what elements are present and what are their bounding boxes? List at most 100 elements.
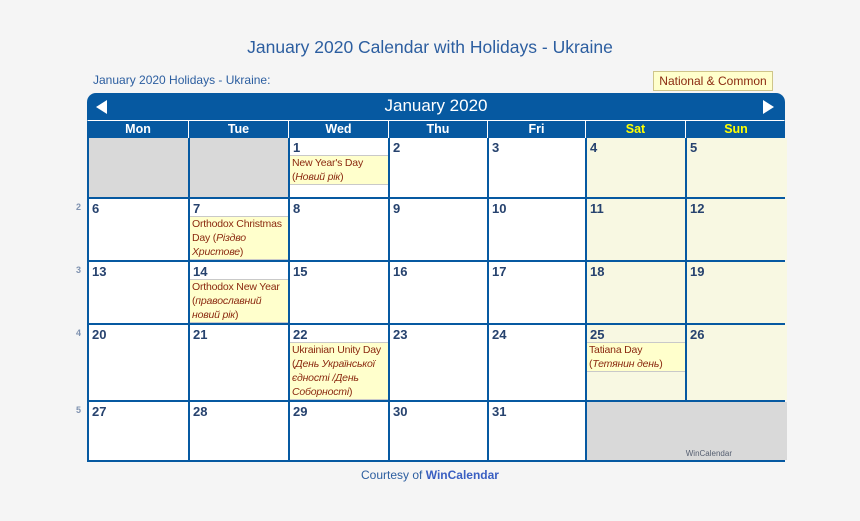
dow-tue: Tue [189,121,289,138]
month-title: January 2020 [384,96,488,115]
day-number: 29 [293,404,308,419]
day-number: 17 [492,264,507,279]
day-cell[interactable]: 6 [89,199,190,260]
holidays-subtitle: January 2020 Holidays - Ukraine: [93,73,271,87]
day-cell[interactable]: 9 [390,199,489,260]
day-cell[interactable]: 20 [89,325,190,400]
dow-sun: Sun [724,122,748,136]
day-cell[interactable]: 3 [489,138,587,197]
day-cell[interactable]: 7 Orthodox Christmas Day (Різдво Христове… [190,199,290,260]
footer-prefix: Courtesy of [361,468,426,482]
day-cell[interactable]: 24 [489,325,587,400]
day-number: 31 [492,404,507,419]
empty-day-cell [89,138,190,197]
next-month-icon[interactable] [763,100,774,114]
calendar: January 2020 Mon Tue Wed Thu Fri Sat Sun… [87,93,787,462]
day-cell[interactable]: 4 [587,138,687,197]
page-title: January 2020 Calendar with Holidays - Uk… [247,37,613,57]
day-number: 22 [293,327,308,342]
day-number: 20 [92,327,107,342]
day-number: 28 [193,404,208,419]
day-number: 2 [393,140,401,155]
legend-national-common: National & Common [653,71,773,91]
day-cell[interactable]: 23 [390,325,489,400]
wincalendar-link[interactable]: WinCalendar [426,468,499,482]
day-number: 14 [193,264,208,279]
footer-credit: Courtesy of WinCalendar [0,468,860,482]
day-number: 16 [393,264,408,279]
holiday-local-name: Тетянин день [592,358,660,370]
day-number: 27 [92,404,107,419]
day-number: 13 [92,264,107,279]
day-number: 8 [293,201,301,216]
day-cell[interactable]: 26 [687,325,787,400]
week-number: 3 [76,265,82,275]
empty-day-cell: WinCalendar [587,402,787,460]
day-number: 30 [393,404,408,419]
day-cell[interactable]: 13 [89,262,190,323]
day-number: 4 [590,140,598,155]
day-number: 6 [92,201,100,216]
dow-wed: Wed [289,121,389,138]
dow-fri: Fri [488,121,586,138]
day-number: 21 [193,327,208,342]
day-number: 23 [393,327,408,342]
holiday-local-name: Новий рік [295,171,341,183]
holiday-event[interactable]: Ukrainian Unity Day (День Української єд… [290,342,388,400]
calendar-grid: 1 New Year's Day (Новий рік) 2 3 4 5 6 7 Orthodo… [87,138,787,462]
day-cell[interactable]: 1 New Year's Day (Новий рік) [290,138,390,197]
day-number: 7 [193,201,201,216]
day-cell[interactable]: 31 [489,402,587,460]
week-number: 5 [76,405,82,415]
day-cell[interactable]: 28 [190,402,290,460]
day-number: 12 [690,201,705,216]
holiday-event[interactable]: Orthodox Christmas Day (Різдво Христове) [190,216,288,260]
day-number: 11 [590,201,604,216]
day-cell[interactable]: 22 Ukrainian Unity Day (День Української … [290,325,390,400]
day-cell[interactable]: 11 [587,199,687,260]
day-cell[interactable]: 27 [89,402,190,460]
day-cell[interactable]: 8 [290,199,390,260]
holiday-close-paren: ) [239,246,244,258]
day-of-week-header: Mon Tue Wed Thu Fri Sat Sun [87,120,785,138]
day-cell[interactable]: 25 Tatiana Day (Тетянин день) [587,325,687,400]
day-number: 9 [393,201,401,216]
day-cell[interactable]: 12 [687,199,787,260]
day-cell[interactable]: 19 [687,262,787,323]
holiday-event[interactable]: New Year's Day (Новий рік) [290,155,388,185]
dow-thu: Thu [389,121,488,138]
wincalendar-watermark: WinCalendar [685,449,732,458]
day-number: 5 [690,140,698,155]
day-number: 15 [293,264,308,279]
day-number: 10 [492,201,507,216]
day-cell[interactable]: 29 [290,402,390,460]
day-number: 1 [293,140,301,155]
day-cell[interactable]: 5 [687,138,787,197]
day-cell[interactable]: 16 [390,262,489,323]
holiday-close-paren: ) [348,386,353,398]
holiday-event[interactable]: Orthodox New Year (православний новий рі… [190,279,288,323]
empty-day-cell [190,138,290,197]
day-number: 18 [590,264,605,279]
day-cell[interactable]: 2 [390,138,489,197]
dow-sat: Sat [586,121,686,138]
day-cell[interactable]: 14 Orthodox New Year (православний новий … [190,262,290,323]
day-number: 26 [690,327,705,342]
holiday-close-paren: ) [340,171,344,183]
day-cell[interactable]: 21 [190,325,290,400]
calendar-header: January 2020 [87,93,785,120]
day-cell[interactable]: 17 [489,262,587,323]
day-cell[interactable]: 18 [587,262,687,323]
week-number: 2 [76,202,82,212]
holiday-local-name: День Української єдності /День Соборност… [292,358,375,398]
holiday-close-paren: ) [235,309,239,321]
day-number: 3 [492,140,500,155]
week-number: 4 [76,328,82,338]
day-cell[interactable]: 15 [290,262,390,323]
holiday-event[interactable]: Tatiana Day (Тетянин день) [587,342,685,372]
day-number: 25 [590,327,605,342]
holiday-close-paren: ) [659,358,663,370]
day-cell[interactable]: 30 [390,402,489,460]
dow-mon: Mon [88,121,189,138]
day-cell[interactable]: 10 [489,199,587,260]
